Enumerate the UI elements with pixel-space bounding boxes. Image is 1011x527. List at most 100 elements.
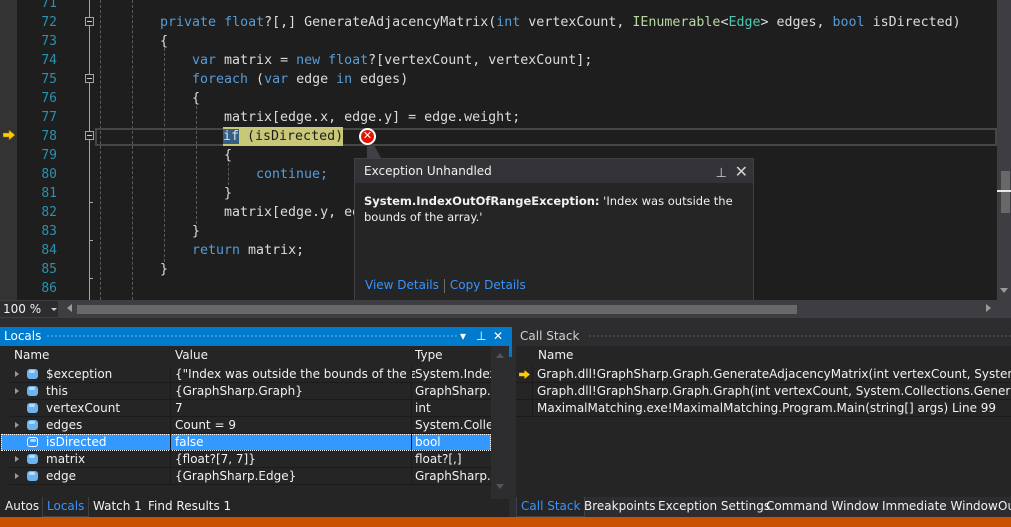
variable-name: vertexCount bbox=[46, 401, 121, 415]
variable-value[interactable]: {"Index was outside the bounds of the ar… bbox=[175, 366, 415, 383]
error-icon[interactable]: ✕ bbox=[359, 128, 376, 145]
line-numbers: 71 72 73 74 75 76 77 78 79 80 81 82 83 8… bbox=[17, 0, 77, 300]
variable-type: GraphSharp.Edge bbox=[415, 469, 491, 483]
scrollbar-thumb[interactable] bbox=[1001, 171, 1010, 213]
code-line-77[interactable]: matrix[edge.x, edge.y] = edge.weight; bbox=[224, 108, 520, 127]
tab-autos[interactable]: Autos bbox=[1, 497, 43, 517]
pin-icon[interactable]: ⊥ bbox=[716, 162, 727, 186]
tab-call-stack[interactable]: Call Stack bbox=[516, 497, 586, 517]
code-line-76[interactable]: { bbox=[192, 89, 200, 108]
scroll-left-arrow-icon[interactable] bbox=[67, 304, 72, 312]
variable-value[interactable]: {GraphSharp.Graph} bbox=[175, 383, 415, 400]
locals-row[interactable]: vertexCount 7 int bbox=[9, 400, 491, 417]
column-divider bbox=[170, 468, 171, 485]
code-line-81[interactable]: } bbox=[224, 184, 232, 203]
code-line-73[interactable]: { bbox=[160, 32, 168, 51]
column-header-value[interactable]: Value bbox=[175, 346, 208, 365]
frame-gutter bbox=[516, 400, 533, 416]
scrollbar-thumb[interactable] bbox=[77, 305, 797, 314]
view-details-link[interactable]: View Details bbox=[365, 278, 439, 292]
tab-exception-settings[interactable]: Exception Settings bbox=[654, 497, 774, 517]
collapse-icon[interactable] bbox=[85, 74, 94, 83]
exception-type: System.IndexOutOfRangeException: bbox=[364, 194, 600, 208]
scroll-up-arrow-icon[interactable] bbox=[496, 353, 504, 358]
column-header-type[interactable]: Type bbox=[415, 346, 443, 365]
line-number: 79 bbox=[41, 148, 57, 163]
expand-arrow-icon[interactable] bbox=[15, 388, 19, 394]
copy-details-link[interactable]: Copy Details bbox=[450, 278, 526, 292]
keyword: return bbox=[192, 243, 241, 258]
variable-type: GraphSharp.Graph bbox=[415, 384, 491, 398]
code-line-79[interactable]: { bbox=[224, 146, 232, 165]
variable-value[interactable]: false bbox=[175, 434, 415, 451]
collapse-icon[interactable] bbox=[85, 131, 94, 140]
column-divider bbox=[170, 383, 171, 400]
variable-icon bbox=[27, 437, 38, 447]
column-divider bbox=[170, 434, 171, 451]
variable-name: $exception bbox=[46, 367, 113, 381]
editor-vertical-scrollbar[interactable] bbox=[997, 0, 1011, 300]
call-stack-frame[interactable]: Graph.dll!GraphSharp.Graph.Graph(int ver… bbox=[516, 383, 1011, 400]
variable-value[interactable]: {float?[7, 7]} bbox=[175, 451, 415, 468]
code-line-84[interactable]: return matrix; bbox=[192, 241, 304, 260]
keyword: float bbox=[328, 53, 369, 68]
code-line-72[interactable]: private float?[,] GenerateAdjacencyMatri… bbox=[160, 13, 961, 32]
tab-locals[interactable]: Locals bbox=[42, 497, 90, 517]
collapse-icon[interactable] bbox=[85, 17, 94, 26]
locals-row[interactable]: $exception {"Index was outside the bound… bbox=[9, 366, 491, 383]
locals-row[interactable]: edges Count = 9 System.Collections bbox=[9, 417, 491, 434]
popup-title: Exception Unhandled bbox=[364, 164, 492, 178]
line-number: 74 bbox=[41, 53, 57, 68]
call-stack-title-bar[interactable]: Call Stack bbox=[516, 327, 1011, 346]
code-line-85[interactable]: } bbox=[160, 260, 168, 279]
code-text: matrix = bbox=[216, 53, 297, 68]
tab-find-results-1[interactable]: Find Results 1 bbox=[144, 497, 235, 517]
variable-name: isDirected bbox=[46, 435, 107, 449]
variable-value[interactable]: Count = 9 bbox=[175, 417, 415, 434]
call-stack-frame[interactable]: MaximalMatching.exe!MaximalMatching.Prog… bbox=[516, 400, 1011, 417]
column-divider bbox=[411, 400, 412, 417]
variable-type: System.Collections bbox=[415, 418, 491, 432]
glyph-margin[interactable] bbox=[0, 0, 17, 300]
line-number: 85 bbox=[41, 262, 57, 277]
expand-arrow-icon[interactable] bbox=[15, 422, 19, 428]
panel-splitter[interactable] bbox=[0, 318, 1011, 327]
variable-value[interactable]: 7 bbox=[175, 400, 415, 417]
tab-immediate-window[interactable]: Immediate Window bbox=[878, 497, 1002, 517]
code-line-80[interactable]: continue; bbox=[256, 165, 328, 184]
locals-row-selected[interactable]: isDirected false bool bbox=[1, 434, 491, 451]
current-position-marker bbox=[997, 190, 1011, 192]
zoom-level-dropdown[interactable]: 100 % bbox=[0, 301, 58, 317]
close-icon[interactable]: ✕ bbox=[493, 327, 503, 346]
code-line-75[interactable]: foreach (var edge in edges) bbox=[192, 70, 408, 89]
expand-arrow-icon[interactable] bbox=[15, 371, 19, 377]
execution-pointer-icon bbox=[3, 130, 15, 140]
locals-row[interactable]: this {GraphSharp.Graph} GraphSharp.Graph bbox=[9, 383, 491, 400]
indent-guide bbox=[228, 163, 229, 185]
locals-title-bar[interactable]: Locals ▾ ⊥ ✕ bbox=[0, 327, 509, 346]
code-line-74[interactable]: var matrix = new float?[vertexCount, ver… bbox=[192, 51, 592, 70]
code-line-83[interactable]: } bbox=[192, 222, 200, 241]
keyword: var bbox=[264, 72, 289, 87]
locals-row[interactable]: matrix {float?[7, 7]} float?[,] bbox=[9, 451, 491, 468]
call-stack-frame-current[interactable]: Graph.dll!GraphSharp.Graph.GenerateAdjac… bbox=[516, 366, 1011, 383]
scroll-right-arrow-icon[interactable] bbox=[986, 304, 991, 312]
scroll-down-arrow-icon[interactable] bbox=[1000, 288, 1008, 293]
pin-icon[interactable]: ⊥ bbox=[476, 327, 486, 346]
tab-command-window[interactable]: Command Window bbox=[762, 497, 883, 517]
tab-breakpoints[interactable]: Breakpoints bbox=[580, 497, 659, 517]
column-header-name[interactable]: Name bbox=[14, 346, 49, 365]
close-icon[interactable]: ✕ bbox=[735, 160, 748, 184]
window-position-dropdown-icon[interactable]: ▾ bbox=[460, 327, 466, 346]
expand-arrow-icon[interactable] bbox=[15, 473, 19, 479]
code-line-78-next-statement[interactable]: if (isDirected) bbox=[223, 127, 344, 146]
locals-vertical-scrollbar[interactable] bbox=[491, 346, 509, 499]
title-grip bbox=[588, 334, 1011, 339]
expand-arrow-icon[interactable] bbox=[15, 456, 19, 462]
column-header-name[interactable]: Name bbox=[538, 346, 573, 365]
locals-row[interactable]: edge {GraphSharp.Edge} GraphSharp.Edge bbox=[9, 468, 491, 485]
tab-output[interactable]: Output bbox=[994, 497, 1011, 517]
tab-watch-1[interactable]: Watch 1 bbox=[89, 497, 146, 517]
variable-value[interactable]: {GraphSharp.Edge} bbox=[175, 468, 415, 485]
scroll-down-arrow-icon[interactable] bbox=[496, 484, 504, 489]
